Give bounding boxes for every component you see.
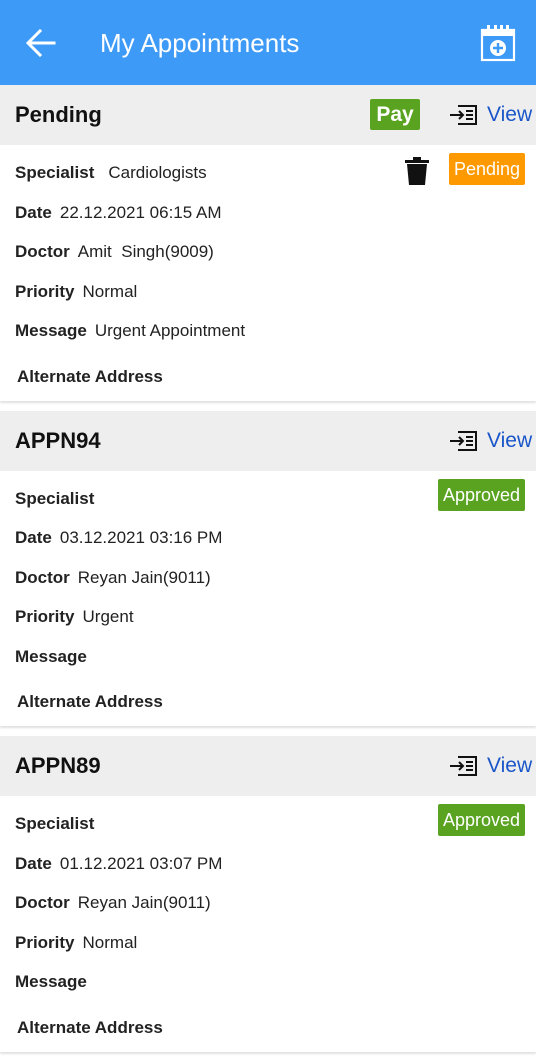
trash-icon[interactable] (405, 157, 429, 185)
appointment-details: Approved Specialist Date 01.12.2021 03:0… (0, 796, 536, 1052)
appointment-card: APPN94 View Approved Specialist Date 03.… (0, 410, 536, 727)
doctor-row: Doctor Amit Singh(9009) (15, 242, 521, 282)
pay-button[interactable]: Pay (370, 99, 420, 130)
status-badge: Approved (437, 478, 525, 511)
appointment-card-header: Pending Pay View (0, 85, 536, 145)
priority-label: Priority (15, 281, 75, 301)
priority-value: Urgent (82, 607, 134, 626)
specialist-label: Specialist (15, 163, 95, 182)
priority-label: Priority (15, 932, 75, 952)
specialist-label: Specialist (15, 814, 95, 833)
alternate-address-label: Alternate Address (17, 692, 163, 711)
message-row: Message Urgent Appointment (15, 321, 521, 361)
priority-value: Normal (82, 281, 138, 301)
date-row: Date 03.12.2021 03:16 PM (15, 528, 521, 568)
doctor-label: Doctor (15, 567, 70, 587)
appointment-title: Pending (15, 102, 102, 127)
priority-label: Priority (15, 607, 75, 626)
message-label: Message (15, 646, 87, 666)
date-value: 03.12.2021 03:16 PM (59, 528, 223, 547)
view-button[interactable]: View (449, 429, 532, 453)
priority-value: Normal (82, 932, 138, 952)
view-list-icon (450, 430, 477, 451)
date-value: 01.12.2021 03:07 PM (59, 853, 223, 873)
view-button[interactable]: View (449, 103, 532, 127)
alternate-address-label: Alternate Address (17, 366, 163, 386)
appointment-details: Pending Specialist Cardiologists Date 22… (0, 145, 536, 401)
priority-row: Priority Normal (15, 933, 521, 973)
doctor-label: Doctor (15, 893, 70, 912)
message-value: Urgent Appointment (94, 321, 246, 340)
appointment-card-header: APPN89 View (0, 736, 536, 796)
doctor-row: Doctor Reyan Jain(9011) (15, 893, 521, 933)
specialist-row: Specialist Cardiologists (15, 163, 521, 203)
date-row: Date 01.12.2021 03:07 PM (15, 854, 521, 894)
page-title: My Appointments (100, 28, 300, 58)
date-row: Date 22.12.2021 06:15 AM (15, 203, 521, 243)
appointment-card: Pending Pay View Pending Specialist Card… (0, 85, 536, 401)
appointment-title: APPN94 (15, 427, 101, 453)
priority-row: Priority Normal (15, 282, 521, 322)
doctor-row: Doctor Reyan Jain(9011) (15, 568, 521, 608)
calendar-plus-icon[interactable] (480, 24, 516, 62)
alternate-address-label: Alternate Address (17, 1017, 163, 1037)
message-row: Message (15, 647, 521, 687)
specialist-label: Specialist (15, 488, 95, 508)
status-badge: Approved (437, 804, 525, 836)
app-bar: My Appointments (0, 0, 536, 85)
view-label: View (487, 428, 533, 452)
date-label: Date (15, 202, 52, 222)
message-row: Message (15, 972, 521, 1012)
appointment-title: APPN89 (15, 753, 101, 778)
appointment-card-header: APPN94 View (0, 410, 536, 471)
doctor-value: Reyan Jain(9011) (77, 567, 211, 587)
doctor-value: Amit Singh(9009) (77, 242, 214, 261)
view-list-icon (450, 756, 477, 776)
message-label: Message (15, 321, 87, 340)
appointment-card: APPN89 View Approved Specialist Date 01.… (0, 736, 536, 1052)
priority-row: Priority Urgent (15, 607, 521, 647)
date-label: Date (15, 853, 52, 873)
doctor-value: Reyan Jain(9011) (77, 893, 211, 912)
view-button[interactable]: View (449, 754, 532, 778)
view-label: View (487, 103, 533, 126)
view-label: View (487, 754, 533, 777)
date-label: Date (15, 528, 52, 547)
appointment-details: Approved Specialist Date 03.12.2021 03:1… (0, 471, 536, 727)
doctor-label: Doctor (15, 242, 70, 261)
back-arrow-icon[interactable] (24, 26, 58, 60)
specialist-value: Cardiologists (108, 163, 207, 182)
date-value: 22.12.2021 06:15 AM (59, 202, 222, 222)
status-badge: Pending (448, 153, 525, 185)
view-list-icon (450, 105, 477, 125)
message-label: Message (15, 972, 87, 991)
